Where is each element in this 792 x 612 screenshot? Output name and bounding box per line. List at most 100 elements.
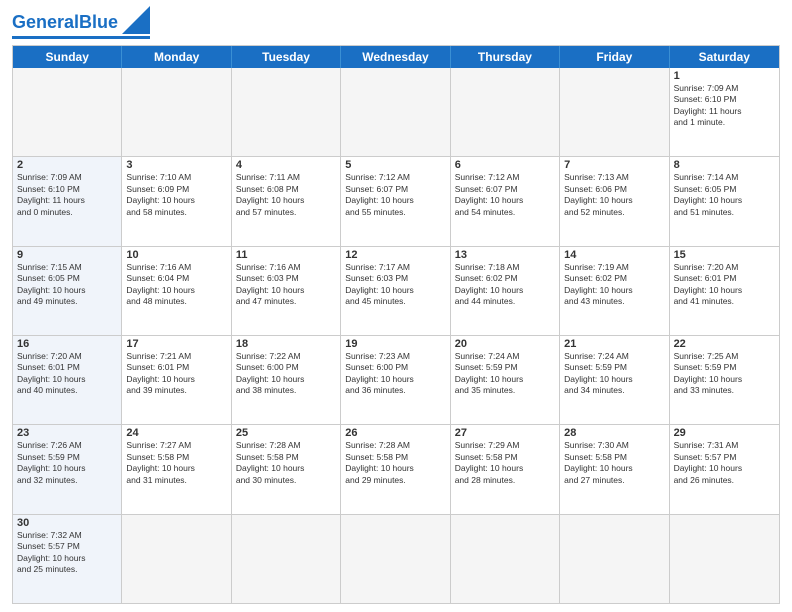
logo-underline	[12, 36, 150, 39]
cell-info: Sunrise: 7:19 AMSunset: 6:02 PMDaylight:…	[564, 262, 664, 308]
cell-info: Sunrise: 7:30 AMSunset: 5:58 PMDaylight:…	[564, 440, 664, 486]
cell-info: Sunrise: 7:16 AMSunset: 6:04 PMDaylight:…	[126, 262, 226, 308]
calendar-cell: 7Sunrise: 7:13 AMSunset: 6:06 PMDaylight…	[560, 157, 669, 245]
day-number: 11	[236, 249, 336, 261]
day-number: 26	[345, 427, 445, 439]
calendar-cell: 28Sunrise: 7:30 AMSunset: 5:58 PMDayligh…	[560, 425, 669, 513]
calendar-cell	[13, 68, 122, 156]
day-number: 16	[17, 338, 117, 350]
calendar-cell	[122, 515, 231, 603]
day-number: 14	[564, 249, 664, 261]
calendar-cell: 24Sunrise: 7:27 AMSunset: 5:58 PMDayligh…	[122, 425, 231, 513]
calendar-cell: 23Sunrise: 7:26 AMSunset: 5:59 PMDayligh…	[13, 425, 122, 513]
day-number: 4	[236, 159, 336, 171]
calendar-cell: 6Sunrise: 7:12 AMSunset: 6:07 PMDaylight…	[451, 157, 560, 245]
day-number: 1	[674, 70, 775, 82]
cell-info: Sunrise: 7:28 AMSunset: 5:58 PMDaylight:…	[345, 440, 445, 486]
calendar-row-5: 30Sunrise: 7:32 AMSunset: 5:57 PMDayligh…	[13, 515, 779, 603]
day-number: 27	[455, 427, 555, 439]
calendar-cell	[122, 68, 231, 156]
day-headers: SundayMondayTuesdayWednesdayThursdayFrid…	[13, 46, 779, 68]
calendar-cell: 12Sunrise: 7:17 AMSunset: 6:03 PMDayligh…	[341, 247, 450, 335]
cell-info: Sunrise: 7:11 AMSunset: 6:08 PMDaylight:…	[236, 172, 336, 218]
cell-info: Sunrise: 7:12 AMSunset: 6:07 PMDaylight:…	[345, 172, 445, 218]
day-number: 6	[455, 159, 555, 171]
day-number: 7	[564, 159, 664, 171]
calendar-cell: 14Sunrise: 7:19 AMSunset: 6:02 PMDayligh…	[560, 247, 669, 335]
day-number: 9	[17, 249, 117, 261]
day-number: 17	[126, 338, 226, 350]
calendar-cell: 19Sunrise: 7:23 AMSunset: 6:00 PMDayligh…	[341, 336, 450, 424]
cell-info: Sunrise: 7:28 AMSunset: 5:58 PMDaylight:…	[236, 440, 336, 486]
calendar-cell: 29Sunrise: 7:31 AMSunset: 5:57 PMDayligh…	[670, 425, 779, 513]
logo-icon	[122, 6, 150, 34]
calendar-cell: 25Sunrise: 7:28 AMSunset: 5:58 PMDayligh…	[232, 425, 341, 513]
calendar-row-4: 23Sunrise: 7:26 AMSunset: 5:59 PMDayligh…	[13, 425, 779, 514]
day-header-wednesday: Wednesday	[341, 46, 450, 68]
day-number: 29	[674, 427, 775, 439]
cell-info: Sunrise: 7:09 AMSunset: 6:10 PMDaylight:…	[17, 172, 117, 218]
day-header-thursday: Thursday	[451, 46, 560, 68]
cell-info: Sunrise: 7:32 AMSunset: 5:57 PMDaylight:…	[17, 530, 117, 576]
day-number: 10	[126, 249, 226, 261]
cell-info: Sunrise: 7:13 AMSunset: 6:06 PMDaylight:…	[564, 172, 664, 218]
calendar: SundayMondayTuesdayWednesdayThursdayFrid…	[12, 45, 780, 604]
day-number: 2	[17, 159, 117, 171]
day-number: 20	[455, 338, 555, 350]
calendar-cell: 21Sunrise: 7:24 AMSunset: 5:59 PMDayligh…	[560, 336, 669, 424]
calendar-cell: 5Sunrise: 7:12 AMSunset: 6:07 PMDaylight…	[341, 157, 450, 245]
calendar-cell: 17Sunrise: 7:21 AMSunset: 6:01 PMDayligh…	[122, 336, 231, 424]
calendar-cell: 15Sunrise: 7:20 AMSunset: 6:01 PMDayligh…	[670, 247, 779, 335]
calendar-row-0: 1Sunrise: 7:09 AMSunset: 6:10 PMDaylight…	[13, 68, 779, 157]
cell-info: Sunrise: 7:31 AMSunset: 5:57 PMDaylight:…	[674, 440, 775, 486]
page: GeneralBlue SundayMondayTuesdayWednesday…	[0, 0, 792, 612]
day-number: 21	[564, 338, 664, 350]
day-number: 13	[455, 249, 555, 261]
calendar-cell: 13Sunrise: 7:18 AMSunset: 6:02 PMDayligh…	[451, 247, 560, 335]
calendar-cell: 27Sunrise: 7:29 AMSunset: 5:58 PMDayligh…	[451, 425, 560, 513]
calendar-cell: 8Sunrise: 7:14 AMSunset: 6:05 PMDaylight…	[670, 157, 779, 245]
day-number: 25	[236, 427, 336, 439]
calendar-cell: 30Sunrise: 7:32 AMSunset: 5:57 PMDayligh…	[13, 515, 122, 603]
logo-text: GeneralBlue	[12, 12, 118, 33]
cell-info: Sunrise: 7:17 AMSunset: 6:03 PMDaylight:…	[345, 262, 445, 308]
calendar-cell	[560, 515, 669, 603]
calendar-cell	[560, 68, 669, 156]
calendar-cell	[341, 68, 450, 156]
cell-info: Sunrise: 7:12 AMSunset: 6:07 PMDaylight:…	[455, 172, 555, 218]
calendar-cell: 2Sunrise: 7:09 AMSunset: 6:10 PMDaylight…	[13, 157, 122, 245]
calendar-cell: 22Sunrise: 7:25 AMSunset: 5:59 PMDayligh…	[670, 336, 779, 424]
calendar-cell: 1Sunrise: 7:09 AMSunset: 6:10 PMDaylight…	[670, 68, 779, 156]
calendar-row-2: 9Sunrise: 7:15 AMSunset: 6:05 PMDaylight…	[13, 247, 779, 336]
day-header-sunday: Sunday	[13, 46, 122, 68]
header: GeneralBlue	[12, 10, 780, 39]
calendar-body: 1Sunrise: 7:09 AMSunset: 6:10 PMDaylight…	[13, 68, 779, 603]
calendar-cell	[451, 68, 560, 156]
calendar-cell: 16Sunrise: 7:20 AMSunset: 6:01 PMDayligh…	[13, 336, 122, 424]
logo-blue: Blue	[79, 12, 118, 32]
day-number: 30	[17, 517, 117, 529]
calendar-cell: 26Sunrise: 7:28 AMSunset: 5:58 PMDayligh…	[341, 425, 450, 513]
cell-info: Sunrise: 7:23 AMSunset: 6:00 PMDaylight:…	[345, 351, 445, 397]
cell-info: Sunrise: 7:27 AMSunset: 5:58 PMDaylight:…	[126, 440, 226, 486]
day-number: 8	[674, 159, 775, 171]
cell-info: Sunrise: 7:10 AMSunset: 6:09 PMDaylight:…	[126, 172, 226, 218]
logo-general: General	[12, 12, 79, 32]
calendar-row-3: 16Sunrise: 7:20 AMSunset: 6:01 PMDayligh…	[13, 336, 779, 425]
cell-info: Sunrise: 7:20 AMSunset: 6:01 PMDaylight:…	[17, 351, 117, 397]
day-header-saturday: Saturday	[670, 46, 779, 68]
calendar-cell: 18Sunrise: 7:22 AMSunset: 6:00 PMDayligh…	[232, 336, 341, 424]
calendar-cell	[341, 515, 450, 603]
calendar-cell: 9Sunrise: 7:15 AMSunset: 6:05 PMDaylight…	[13, 247, 122, 335]
calendar-cell: 4Sunrise: 7:11 AMSunset: 6:08 PMDaylight…	[232, 157, 341, 245]
day-number: 24	[126, 427, 226, 439]
day-header-friday: Friday	[560, 46, 669, 68]
calendar-cell: 3Sunrise: 7:10 AMSunset: 6:09 PMDaylight…	[122, 157, 231, 245]
day-number: 19	[345, 338, 445, 350]
cell-info: Sunrise: 7:09 AMSunset: 6:10 PMDaylight:…	[674, 83, 775, 129]
logo: GeneralBlue	[12, 10, 150, 39]
calendar-cell: 10Sunrise: 7:16 AMSunset: 6:04 PMDayligh…	[122, 247, 231, 335]
calendar-cell	[451, 515, 560, 603]
day-header-monday: Monday	[122, 46, 231, 68]
calendar-cell	[232, 68, 341, 156]
